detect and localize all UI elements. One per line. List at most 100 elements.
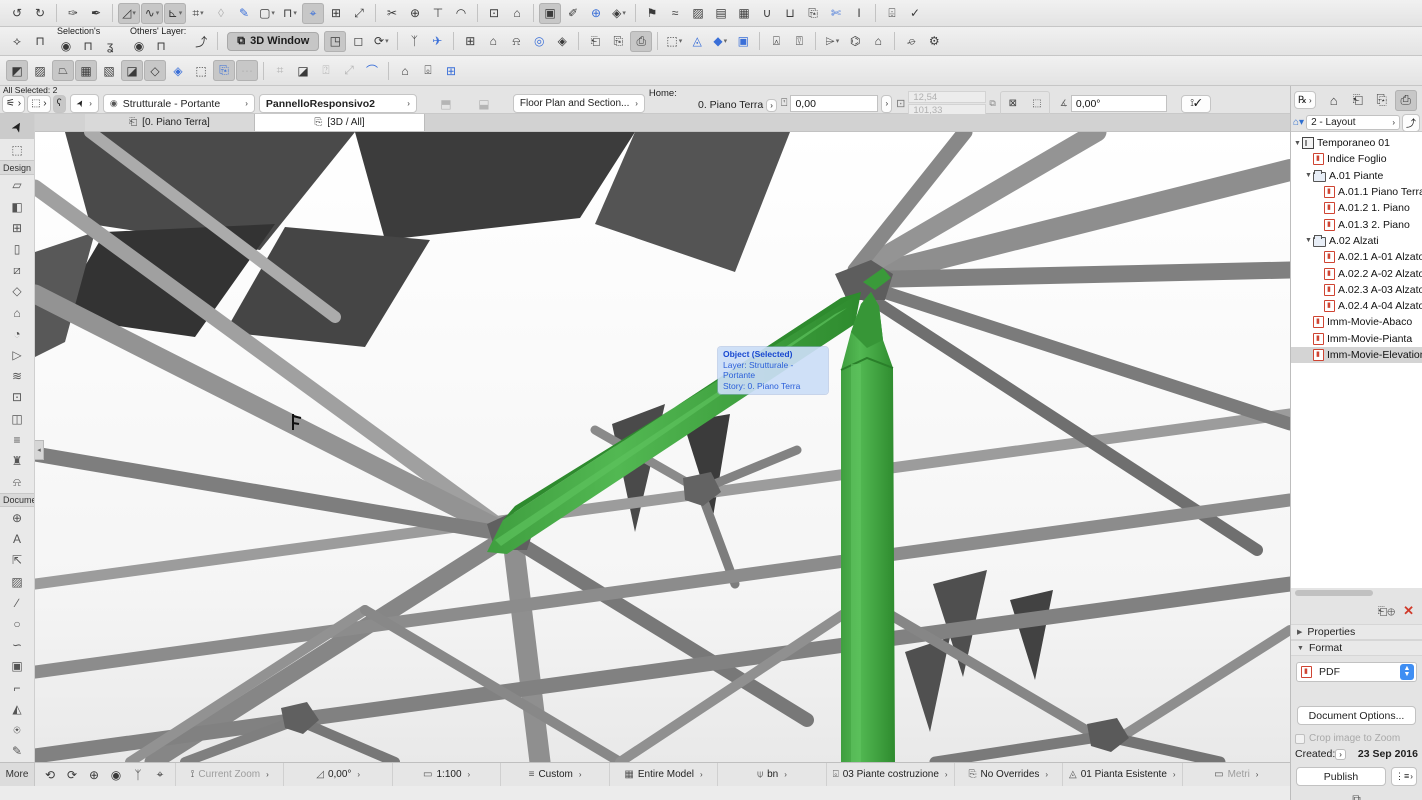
eye-preview-icon[interactable]: ◉ [106, 764, 126, 785]
marquee-tool[interactable]: ⬚ [0, 139, 34, 160]
structure-display-segment[interactable]: ▦Entire Model› [609, 763, 717, 786]
grid-snap-icon[interactable]: ⌗ [187, 3, 209, 24]
axonometry-icon[interactable]: ◻ [347, 31, 369, 52]
morph-tool[interactable]: ▷ [0, 344, 34, 365]
fill-hatch-icon[interactable]: ▨ [29, 60, 51, 81]
home-dashed-icon[interactable]: ⌂ [394, 60, 416, 81]
elevation-chooser[interactable]: › [881, 95, 892, 113]
shell-tool[interactable]: ◔ [0, 323, 34, 344]
ink-bottle-icon[interactable]: ⍔ [788, 31, 810, 52]
fillet-icon[interactable]: ◠ [450, 3, 472, 24]
dimension-tool[interactable]: ⊕ [0, 507, 34, 528]
layers-book-icon[interactable]: ▤ [710, 3, 732, 24]
tree-item[interactable]: A.01.3 2. Piano [1291, 216, 1422, 232]
inject-parameters-icon[interactable]: ✒ [85, 3, 107, 24]
group-add-icon[interactable]: ⊕ [585, 3, 607, 24]
coord-rel-icon[interactable]: ⬚ [1026, 93, 1048, 114]
3d-viewport[interactable]: Object (Selected) Layer: Strutturale - P… [35, 132, 1290, 762]
created-disclosure[interactable]: › [1335, 749, 1346, 760]
coord-abs-icon[interactable]: ⊠ [1002, 93, 1024, 114]
tree-item[interactable]: ▼A.01 Piante [1291, 168, 1422, 184]
marquee-3d-icon[interactable]: ⬚ [663, 31, 685, 52]
properties-header[interactable]: ▶ Properties [1291, 624, 1422, 640]
publisher-icon[interactable]: ⎙ [1395, 90, 1417, 111]
others-show-icon[interactable]: ◉ [128, 36, 150, 57]
selection-show-icon[interactable]: ◉ [55, 36, 77, 57]
zoom-back-icon[interactable]: ⟲ [40, 764, 60, 785]
spline-tool[interactable]: ∽ [0, 635, 34, 656]
units-segment[interactable]: ▭Metri› [1182, 763, 1290, 786]
model-view-segment[interactable]: ⌻03 Piante costruzione› [826, 763, 954, 786]
tree-item[interactable]: Indice Foglio [1291, 151, 1422, 167]
render-home-icon[interactable]: ⌂ [867, 31, 889, 52]
zone-tool[interactable]: ⊡ [0, 387, 34, 408]
selection-lock-icon[interactable]: ⊓ [77, 36, 99, 57]
others-lock-icon[interactable]: ⊓ [150, 36, 172, 57]
fill-dense-icon[interactable]: ▦ [75, 60, 97, 81]
publisher-properties-button[interactable]: ⋮≡ › [1391, 767, 1417, 786]
ghost-cube-1-icon[interactable]: ⬒ [435, 93, 457, 114]
zoom-forward-icon[interactable]: ⟳ [62, 764, 82, 785]
drop-icon[interactable]: ∪ [756, 3, 778, 24]
angle-input[interactable] [1071, 95, 1167, 112]
subset-tool-2-icon[interactable]: ⬚ › [27, 95, 51, 113]
layout-home-icon[interactable]: ⌂▾ [1293, 117, 1304, 128]
scale-segment[interactable]: ▭1:100› [392, 763, 500, 786]
split-icon[interactable]: ✂ [381, 3, 403, 24]
object-tool[interactable]: ♜ [0, 450, 34, 471]
format-select[interactable]: PDF ▲▼ [1296, 662, 1417, 682]
jump-up-button[interactable]: ⤴ [1402, 114, 1420, 132]
schedule-table-icon[interactable]: ⌹ [881, 3, 903, 24]
paint-icon[interactable]: ⊔ [779, 3, 801, 24]
mesh-icon[interactable]: ≈ [664, 3, 686, 24]
undo-icon[interactable]: ↺ [6, 3, 28, 24]
image-box-icon[interactable]: ▣ [732, 31, 754, 52]
tree-item[interactable]: A.02.1 A-01 Alzato No [1291, 249, 1422, 265]
frame-select-icon[interactable]: ⌗ [269, 60, 291, 81]
door-orientation-icon[interactable]: ⊡ [483, 3, 505, 24]
tree-item[interactable]: Imm-Movie-Abaco [1291, 314, 1422, 330]
wall-tool[interactable]: ▱ [0, 175, 34, 196]
movie-camera-icon[interactable]: ⌮ [900, 31, 922, 52]
tab-3d-all[interactable]: ⎘ [3D / All] [255, 114, 425, 131]
ghost-cube-2-icon[interactable]: ⬓ [473, 93, 495, 114]
orbit-icon[interactable]: ⟳ [370, 31, 392, 52]
door-tool[interactable]: ◧ [0, 196, 34, 217]
guide-lines-icon[interactable]: ◿ [118, 3, 140, 24]
renovation-filter-segment[interactable]: ◬01 Pianta Esistente› [1062, 763, 1182, 786]
abc-check-icon[interactable]: ⍰ [315, 60, 337, 81]
copy-pages-icon[interactable]: ⎗ [584, 31, 606, 52]
marquee-restrict-icon[interactable]: ▢ [256, 3, 278, 24]
stacked-windows-icon[interactable]: ⧉ [1352, 792, 1361, 800]
tab-floor-plan[interactable]: ⎗ [0. Piano Terra] [85, 114, 255, 131]
tree-item[interactable]: A.02.3 A-03 Alzato Su [1291, 282, 1422, 298]
stretch-icon[interactable]: ⊕ [404, 3, 426, 24]
expander-icon[interactable]: ▼ [1304, 172, 1313, 179]
person-target-icon[interactable]: ⍾ [505, 31, 527, 52]
worksheet-tool[interactable]: ✎ [0, 741, 34, 762]
apply-parameters-button[interactable]: ⟟✓ [1181, 95, 1211, 113]
tree-item[interactable]: ▼A.02 Alzati [1291, 233, 1422, 249]
column-tool[interactable]: ▯ [0, 238, 34, 259]
gravity-icon[interactable]: ✎ [233, 3, 255, 24]
paint-add-icon[interactable]: ◬ [686, 31, 708, 52]
tree-item[interactable]: ▼Temporaneo 01 [1291, 135, 1422, 151]
window-blue-icon[interactable]: ⊞ [440, 60, 462, 81]
format-header[interactable]: ▼ Format [1291, 640, 1422, 656]
plane-icon[interactable]: ◊ [210, 3, 232, 24]
home-story-icon[interactable]: ⌂ [506, 3, 528, 24]
gear-nodes-icon[interactable]: ⚙ [923, 31, 945, 52]
fit-icon[interactable]: ⤢ [348, 3, 370, 24]
view-diamond-icon[interactable]: ◈ [551, 31, 573, 52]
overrides-segment[interactable]: ⎘No Overrides› [954, 763, 1062, 786]
beam-tool[interactable]: ⧄ [0, 260, 34, 281]
look-to-icon[interactable]: ◎ [528, 31, 550, 52]
layer-undo-icon[interactable]: ⤴ [190, 31, 212, 52]
lamp-tool[interactable]: ⍾ [0, 472, 34, 493]
palette-handle[interactable]: ◂ [35, 440, 44, 460]
figure-tool[interactable]: ▣ [0, 656, 34, 677]
solid-op-icon[interactable]: ◈ [608, 3, 630, 24]
explore-icon[interactable]: ✈ [426, 31, 448, 52]
layout-book-icon[interactable]: ⎘ [1371, 90, 1393, 111]
fill-diamond-dash-icon[interactable]: ◇ [144, 60, 166, 81]
